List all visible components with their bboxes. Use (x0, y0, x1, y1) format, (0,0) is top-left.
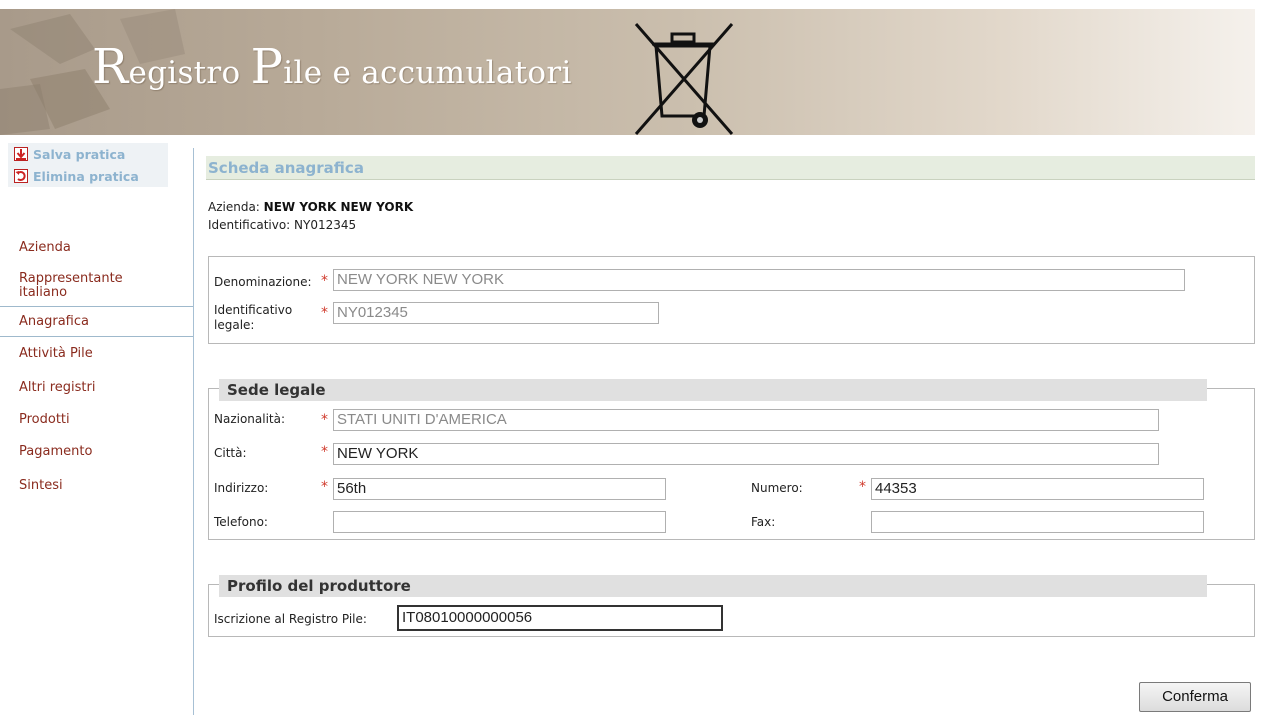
save-practice-label: Salva pratica (33, 146, 126, 162)
sidebar-item-rappresentante[interactable]: Rappresentante italiano (0, 262, 123, 306)
profilo-produttore-fieldset: Profilo del produttore Iscrizione al Reg… (208, 575, 1255, 637)
required-marker: * (321, 479, 328, 495)
sidebar-item-azienda[interactable]: Azienda (0, 235, 194, 262)
delete-practice-label: Elimina pratica (33, 168, 139, 184)
sidebar-nav: Azienda Rappresentante italiano Anagrafi… (0, 235, 194, 501)
required-marker: * (321, 273, 328, 289)
nazionalita-field[interactable]: STATI UNITI D'AMERICA (333, 409, 1159, 431)
section-title: Scheda anagrafica (206, 156, 1255, 180)
telefono-label: Telefono: (214, 515, 268, 529)
crossed-bin-icon (634, 23, 734, 135)
sidebar-item-pagamento[interactable]: Pagamento (0, 435, 194, 469)
required-marker: * (859, 479, 866, 495)
sidebar-actions: Salva pratica Elimina pratica (8, 143, 168, 187)
sidebar-item-altri-registri[interactable]: Altri registri (0, 371, 194, 403)
denominazione-label: Denominazione: (214, 275, 312, 289)
identity-fieldset: Denominazione: * NEW YORK NEW YORK Ident… (208, 256, 1255, 344)
citta-field[interactable]: NEW YORK (333, 443, 1159, 465)
undo-delete-icon (14, 169, 28, 183)
sidebar-item-attivita-pile[interactable]: Attività Pile (0, 337, 194, 371)
numero-label: Numero: (751, 481, 803, 495)
save-icon (14, 147, 28, 161)
identificativo-legale-label: Identificativo legale: (214, 303, 293, 332)
telefono-field[interactable] (333, 511, 666, 533)
nazionalita-label: Nazionalità: (214, 412, 286, 426)
identificativo-legale-field[interactable]: NY012345 (333, 302, 659, 324)
sidebar-item-sintesi[interactable]: Sintesi (0, 469, 194, 501)
citta-label: Città: (214, 446, 247, 460)
sidebar: Salva pratica Elimina pratica Azienda Ra… (0, 142, 194, 715)
fax-field[interactable] (871, 511, 1204, 533)
required-marker: * (321, 305, 328, 321)
profilo-produttore-legend: Profilo del produttore (219, 575, 1207, 597)
identifier-value: NY012345 (294, 218, 357, 232)
company-name: NEW YORK NEW YORK (263, 200, 414, 214)
save-practice-button[interactable]: Salva pratica (8, 143, 168, 165)
required-marker: * (321, 412, 328, 428)
sidebar-item-prodotti[interactable]: Prodotti (0, 403, 194, 435)
sede-legale-legend: Sede legale (219, 379, 1207, 401)
main-content: Scheda anagrafica Azienda: NEW YORK NEW … (194, 142, 1266, 715)
required-marker: * (321, 444, 328, 460)
iscrizione-registro-field[interactable]: IT08010000000056 (397, 605, 723, 631)
numero-field[interactable]: 44353 (871, 478, 1204, 500)
fax-label: Fax: (751, 515, 776, 529)
iscrizione-label: Iscrizione al Registro Pile: (214, 612, 367, 626)
identifier-line: Identificativo: NY012345 (208, 218, 357, 232)
header-banner: Registro Pile e accumulatori (0, 9, 1255, 135)
denominazione-field[interactable]: NEW YORK NEW YORK (333, 269, 1185, 291)
delete-practice-button[interactable]: Elimina pratica (8, 165, 168, 187)
app-title: Registro Pile e accumulatori (92, 39, 572, 95)
company-line: Azienda: NEW YORK NEW YORK (208, 200, 414, 214)
indirizzo-field[interactable]: 56th (333, 478, 666, 500)
sidebar-item-anagrafica[interactable]: Anagrafica (0, 306, 194, 337)
company-summary: Azienda: NEW YORK NEW YORK Identificativ… (208, 198, 413, 234)
sede-legale-fieldset: Sede legale Nazionalità: * STATI UNITI D… (208, 379, 1255, 540)
confirm-button[interactable]: Conferma (1139, 682, 1251, 712)
indirizzo-label: Indirizzo: (214, 481, 269, 495)
